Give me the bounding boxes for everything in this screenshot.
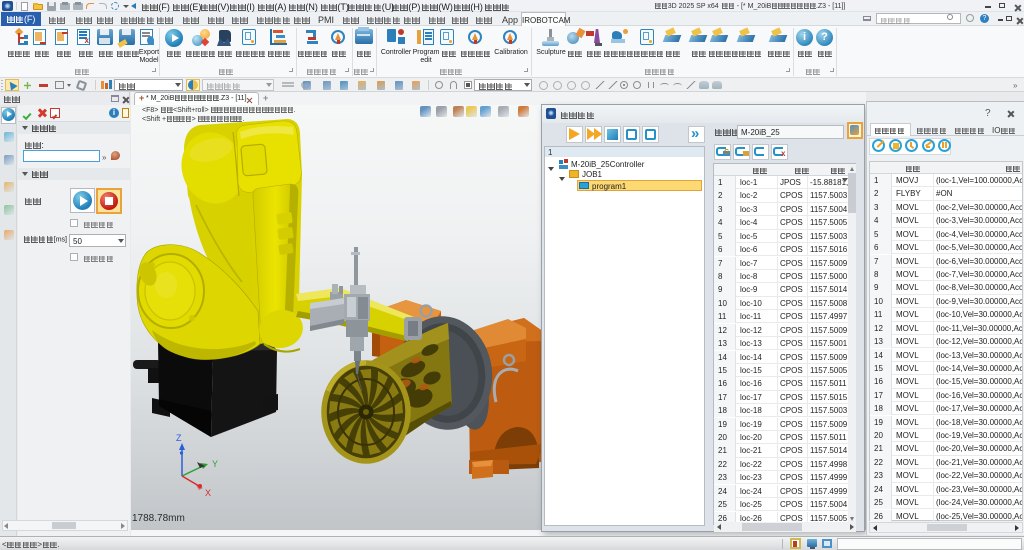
svg-text:X: X	[205, 488, 211, 498]
svg-text:Y: Y	[212, 459, 218, 469]
svg-text:Z: Z	[176, 433, 182, 443]
